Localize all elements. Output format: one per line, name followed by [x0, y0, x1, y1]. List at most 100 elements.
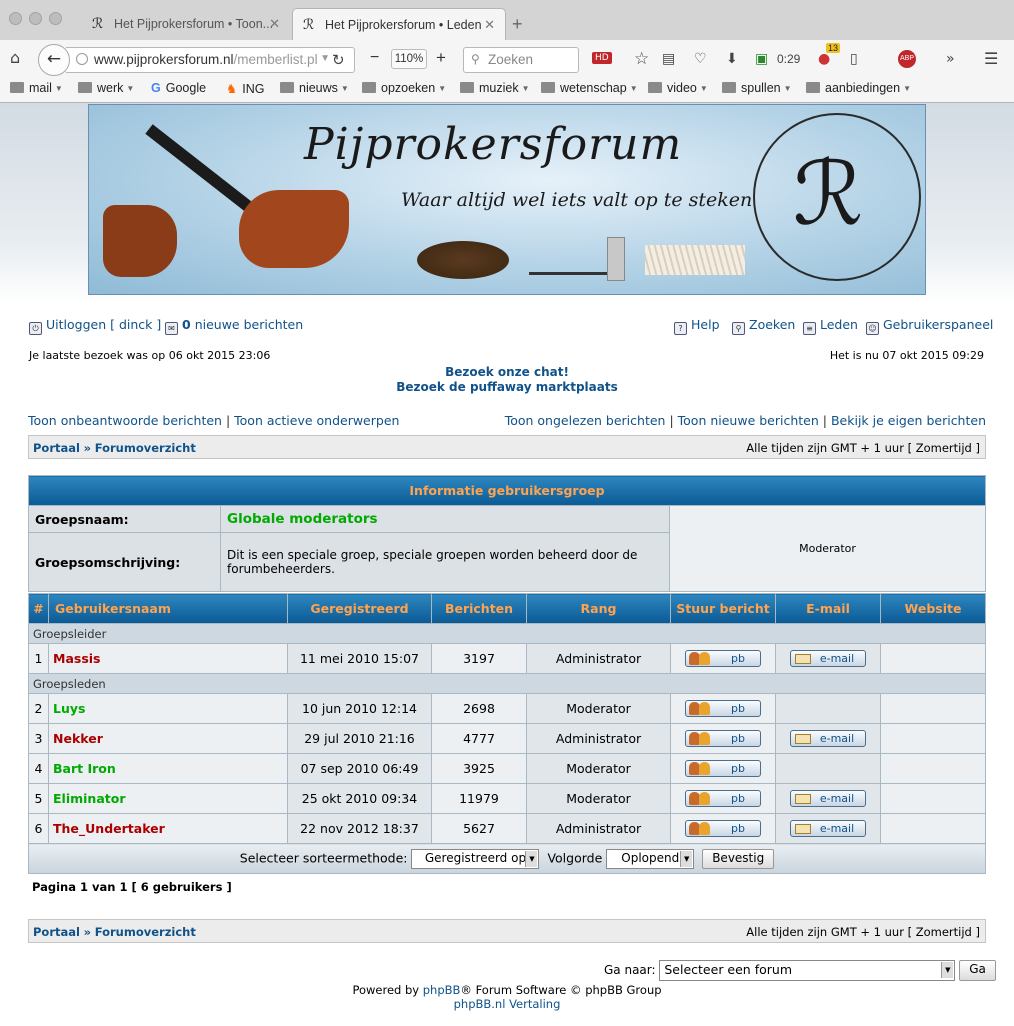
search-input[interactable]: ⚲ Zoeken: [463, 47, 579, 73]
new-posts-link[interactable]: Toon nieuwe berichten: [678, 413, 819, 428]
unanswered-posts-link[interactable]: Toon onbeantwoorde berichten: [28, 413, 222, 428]
folder-icon: [722, 82, 736, 93]
col-registered[interactable]: Geregistreerd: [287, 593, 432, 624]
row-number: 2: [28, 693, 49, 724]
pm-button[interactable]: pb: [685, 700, 761, 717]
zoom-out-button[interactable]: −: [370, 49, 379, 67]
phpbb-link[interactable]: phpBB: [423, 983, 461, 997]
user-rank: Moderator: [526, 783, 671, 814]
breadcrumb-portal-link[interactable]: Portaal: [33, 441, 80, 455]
tab-toon[interactable]: ℛ Het Pijprokersforum • Toon... ✕: [82, 8, 290, 40]
maximize-window-icon[interactable]: [49, 12, 62, 25]
separator: |: [225, 413, 235, 428]
timer-extension-icon[interactable]: ▣: [755, 51, 768, 67]
marketplace-link[interactable]: Bezoek de puffaway marktplaats: [0, 380, 1014, 394]
members-link[interactable]: ≡ Leden: [803, 317, 858, 335]
folder-icon: [648, 82, 662, 93]
email-button[interactable]: e-mail: [790, 790, 866, 807]
bookmark-spullen[interactable]: spullen ▼: [722, 81, 792, 95]
forum-banner[interactable]: Pijprokersforum Waar altijd wel iets val…: [88, 104, 926, 295]
username-link[interactable]: Bart Iron: [48, 753, 288, 784]
zoom-in-button[interactable]: +: [436, 48, 446, 68]
bookmark-aanbiedingen[interactable]: aanbiedingen ▼: [806, 81, 911, 95]
tab-leden[interactable]: ℛ Het Pijprokersforum • Leden ✕: [292, 8, 506, 40]
col-posts[interactable]: Berichten: [431, 593, 527, 624]
url-bar[interactable]: www.pijprokersforum.nl/memberlist.pl ▼: [66, 47, 355, 73]
pm-button[interactable]: pb: [685, 730, 761, 747]
pm-button[interactable]: pb: [685, 790, 761, 807]
bookmark-mail[interactable]: mail ▼: [10, 81, 63, 95]
sort-method-select[interactable]: Geregistreerd op ▼: [411, 848, 540, 869]
pm-label: pb: [731, 702, 745, 715]
bookmark-ing[interactable]: ♞ ING: [226, 81, 264, 96]
email-button[interactable]: e-mail: [790, 820, 866, 837]
chat-link[interactable]: Bezoek onze chat!: [0, 365, 1014, 379]
bookmark-werk[interactable]: werk ▼: [78, 81, 134, 95]
pm-button[interactable]: pb: [685, 650, 761, 667]
username-link[interactable]: The_Undertaker: [48, 813, 288, 844]
breadcrumb-forum-link[interactable]: Forumoverzicht: [95, 925, 196, 939]
reading-list-icon[interactable]: ▤: [662, 51, 675, 67]
close-tab-icon[interactable]: ✕: [269, 16, 280, 32]
sort-method-value: Geregistreerd op: [424, 850, 527, 865]
pm-button[interactable]: pb: [685, 760, 761, 777]
username-link[interactable]: Massis: [48, 643, 288, 674]
user-rank: Administrator: [526, 643, 671, 674]
hamburger-menu-icon[interactable]: ☰: [984, 49, 998, 68]
own-posts-link[interactable]: Bekijk je eigen berichten: [831, 413, 986, 428]
site-info-icon[interactable]: [76, 53, 88, 65]
new-tab-button[interactable]: +: [512, 14, 523, 35]
bookmark-wetenschap[interactable]: wetenschap ▼: [541, 81, 638, 95]
go-button[interactable]: Ga: [959, 960, 996, 981]
back-button[interactable]: ←: [38, 44, 70, 76]
close-tab-icon[interactable]: ✕: [484, 17, 495, 33]
email-button[interactable]: e-mail: [790, 730, 866, 747]
submit-sort-button[interactable]: Bevestig: [702, 848, 775, 869]
search-link[interactable]: ⚲ Zoeken: [732, 317, 795, 335]
pm-label: pb: [731, 762, 745, 775]
adblock-icon[interactable]: ABP: [898, 50, 916, 68]
help-link[interactable]: ? Help: [674, 317, 720, 335]
bookmark-nieuws[interactable]: nieuws ▼: [280, 81, 349, 95]
home-icon[interactable]: ⌂: [10, 48, 20, 67]
logout-link[interactable]: ⏻ Uitloggen [ dinck ]: [29, 317, 161, 335]
reload-icon[interactable]: ↻: [332, 51, 345, 69]
bookmark-star-icon[interactable]: ☆: [634, 49, 649, 69]
translation-link[interactable]: phpBB.nl Vertaling: [454, 997, 561, 1011]
pm-label: pb: [731, 792, 745, 805]
new-messages-count: 0: [182, 317, 191, 332]
zoom-level[interactable]: 110%: [391, 49, 427, 69]
ing-lion-icon: ♞: [226, 82, 238, 96]
folder-icon: [460, 82, 474, 93]
active-topics-link[interactable]: Toon actieve onderwerpen: [234, 413, 399, 428]
ucp-link[interactable]: ☺ Gebruikerspaneel: [866, 317, 993, 335]
clipboard-icon[interactable]: ▯: [850, 51, 858, 67]
username-link[interactable]: Eliminator: [48, 783, 288, 814]
username-link[interactable]: Nekker: [48, 723, 288, 754]
forum-jump-select[interactable]: Selecteer een forum ▼: [659, 960, 956, 981]
colorful-extension-icon[interactable]: ●: [818, 51, 830, 67]
chevron-down-icon: ▼: [126, 84, 135, 93]
bookmark-google[interactable]: G Google: [151, 81, 206, 95]
col-username[interactable]: Gebruikersnaam: [48, 593, 288, 624]
close-window-icon[interactable]: [9, 12, 22, 25]
bookmark-opzoeken[interactable]: opzoeken ▼: [362, 81, 446, 95]
email-button[interactable]: e-mail: [790, 650, 866, 667]
bookmark-muziek[interactable]: muziek ▼: [460, 81, 530, 95]
url-dropdown-icon[interactable]: ▼: [320, 53, 330, 64]
folder-icon: [280, 82, 294, 93]
list-icon: ≡: [803, 322, 816, 335]
download-icon[interactable]: ⬇: [726, 51, 738, 67]
breadcrumb-portal-link[interactable]: Portaal: [33, 925, 80, 939]
minimize-window-icon[interactable]: [29, 12, 42, 25]
pm-button[interactable]: pb: [685, 820, 761, 837]
pocket-icon[interactable]: ♡: [694, 51, 707, 67]
overflow-chevron-icon[interactable]: »: [946, 51, 955, 67]
breadcrumb-forum-link[interactable]: Forumoverzicht: [95, 441, 196, 455]
username-link[interactable]: Luys: [48, 693, 288, 724]
unread-posts-link[interactable]: Toon ongelezen berichten: [505, 413, 666, 428]
new-messages-link[interactable]: ✉ 0 nieuwe berichten: [165, 317, 303, 335]
sort-order-select[interactable]: Oplopend ▼: [606, 848, 695, 869]
hd-extension-icon[interactable]: HD: [592, 52, 612, 64]
bookmark-video[interactable]: video ▼: [648, 81, 708, 95]
